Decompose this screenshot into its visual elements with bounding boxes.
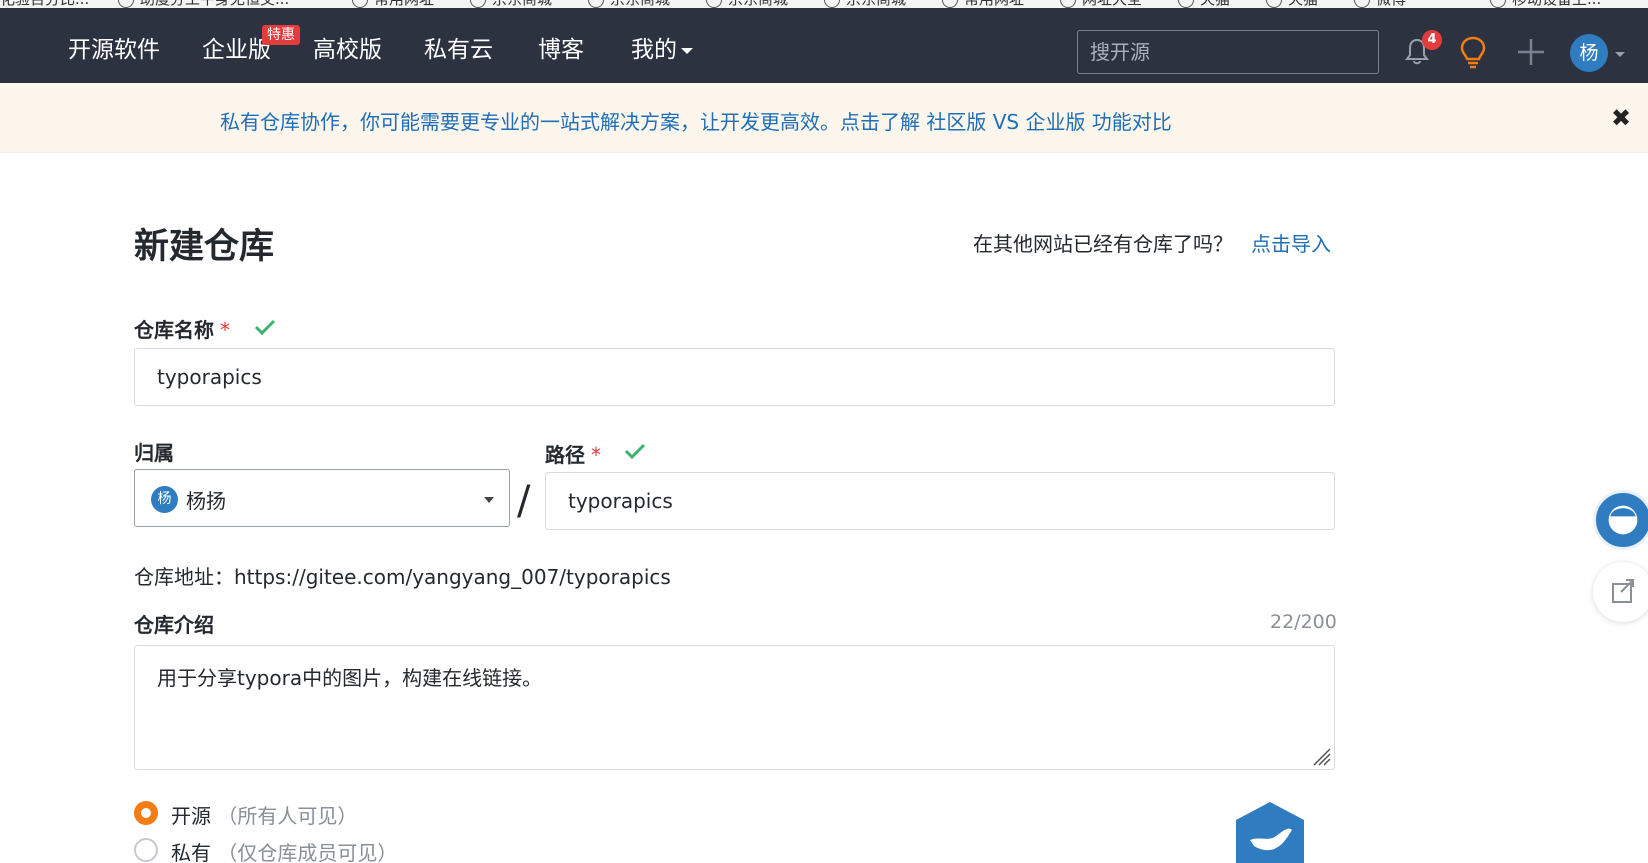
bookmark-item[interactable]: 京东商城	[588, 0, 670, 8]
gitee-mascot-icon	[1236, 802, 1304, 863]
import-question: 在其他网站已经有仓库了吗？	[973, 232, 1233, 256]
repo-name-label: 仓库名称 *	[134, 314, 230, 343]
folder-icon	[942, 0, 958, 8]
bookmark-item[interactable]: 常用网址	[942, 0, 1024, 8]
bookmarks-bar: 化验百分比... 助度分工平身无恒交... 常用网址 京东商城 京东商城 京东商…	[0, 0, 1648, 8]
resize-handle-icon[interactable]	[1310, 745, 1332, 767]
owner-label: 归属	[134, 441, 174, 465]
globe-icon	[706, 0, 722, 8]
intro-textarea[interactable]: 用于分享typora中的图片，构建在线链接。	[134, 645, 1335, 770]
path-input[interactable]: typorapics	[545, 472, 1335, 530]
visibility-private-hint: （仅仓库成员可见）	[217, 841, 398, 863]
bookmark-item[interactable]: 天猫	[1178, 0, 1230, 8]
chevron-down-icon	[681, 47, 693, 54]
repo-url: 仓库地址：https://gitee.com/yangyang_007/typo…	[134, 565, 671, 589]
bookmark-item[interactable]: 常用网址	[352, 0, 434, 8]
globe-icon	[1178, 0, 1194, 8]
hot-badge: 特惠	[262, 25, 300, 45]
owner-select[interactable]: 杨 杨扬	[134, 469, 510, 527]
nav-open-source[interactable]: 开源软件	[68, 30, 160, 64]
bookmark-item[interactable]: 京东商城	[824, 0, 906, 8]
bookmark-item[interactable]: 助度分工平身无恒交...	[118, 0, 289, 8]
bookmark-item[interactable]: 网址大全	[1060, 0, 1142, 8]
repo-name-input[interactable]: typorapics	[134, 348, 1335, 406]
promo-notice-link[interactable]: 私有仓库协作，你可能需要更专业的一站式解决方案，让开发更高效。点击了解 社区版 …	[220, 106, 1172, 135]
intro-text: 用于分享typora中的图片，构建在线链接。	[157, 666, 543, 690]
caret-down-icon	[484, 497, 494, 503]
float-share-button[interactable]	[1593, 562, 1648, 622]
path-label-text: 路径	[545, 443, 585, 467]
bookmark-item[interactable]: 京东商城	[470, 0, 552, 8]
visibility-private-text: 私有	[171, 841, 211, 863]
share-icon	[1612, 579, 1634, 603]
device-icon	[1490, 0, 1506, 8]
nav-mine-label: 我的	[631, 37, 677, 63]
service-icon	[1608, 505, 1638, 535]
intro-label: 仓库介绍	[134, 613, 214, 637]
page-title: 新建仓库	[134, 227, 275, 267]
close-icon[interactable]: ✖	[1611, 104, 1631, 132]
search-input[interactable]	[1077, 30, 1379, 74]
user-avatar[interactable]: 杨	[1570, 34, 1608, 72]
bookmark-item[interactable]: 化验百分比...	[0, 0, 89, 8]
visibility-private-radio[interactable]	[134, 838, 158, 862]
nav-mine[interactable]: 我的	[631, 30, 693, 64]
owner-avatar: 杨	[151, 486, 178, 513]
required-mark: *	[220, 318, 230, 342]
visibility-public-hint: （所有人可见）	[217, 804, 358, 828]
promo-notice-bar: 私有仓库协作，你可能需要更专业的一站式解决方案，让开发更高效。点击了解 社区版 …	[0, 83, 1648, 153]
visibility-public-radio[interactable]	[134, 801, 158, 825]
globe-icon	[1060, 0, 1076, 8]
bookmark-item[interactable]: 微博	[1354, 0, 1406, 8]
globe-icon	[118, 0, 134, 8]
required-mark: *	[591, 443, 601, 467]
bookmark-item[interactable]: 天猫	[1266, 0, 1318, 8]
folder-icon	[352, 0, 368, 8]
bookmark-item[interactable]: 移动设备上...	[1490, 0, 1601, 8]
float-service-avatar[interactable]	[1593, 490, 1648, 550]
nav-private-cloud[interactable]: 私有云	[424, 30, 493, 64]
nav-blog[interactable]: 博客	[538, 30, 584, 64]
plus-icon[interactable]	[1516, 37, 1546, 67]
nav-enterprise[interactable]: 企业版	[202, 30, 271, 64]
jd-icon	[824, 0, 840, 8]
globe-icon	[588, 0, 604, 8]
visibility-public-label[interactable]: 开源 （所有人可见）	[171, 800, 357, 829]
globe-icon	[1266, 0, 1282, 8]
chevron-down-icon[interactable]	[1615, 52, 1625, 57]
repo-name-label-text: 仓库名称	[134, 318, 214, 342]
import-link[interactable]: 点击导入	[1251, 228, 1331, 257]
intro-char-counter: 22/200	[1270, 611, 1337, 633]
visibility-public-text: 开源	[171, 804, 211, 828]
check-icon	[254, 319, 276, 336]
globe-icon	[1354, 0, 1370, 8]
notification-badge: 4	[1422, 30, 1442, 50]
check-icon	[624, 443, 646, 460]
path-label: 路径 *	[545, 439, 601, 468]
owner-name: 杨扬	[186, 489, 226, 513]
visibility-private-label[interactable]: 私有 （仅仓库成员可见）	[171, 837, 397, 863]
globe-icon	[470, 0, 486, 8]
nav-education[interactable]: 高校版	[313, 30, 382, 64]
path-separator: /	[517, 478, 531, 524]
bookmark-item[interactable]: 京东商城	[706, 0, 788, 8]
top-navbar: 开源软件 企业版 特惠 高校版 私有云 博客 我的 4 杨	[0, 8, 1648, 83]
lightbulb-icon[interactable]	[1460, 36, 1486, 70]
